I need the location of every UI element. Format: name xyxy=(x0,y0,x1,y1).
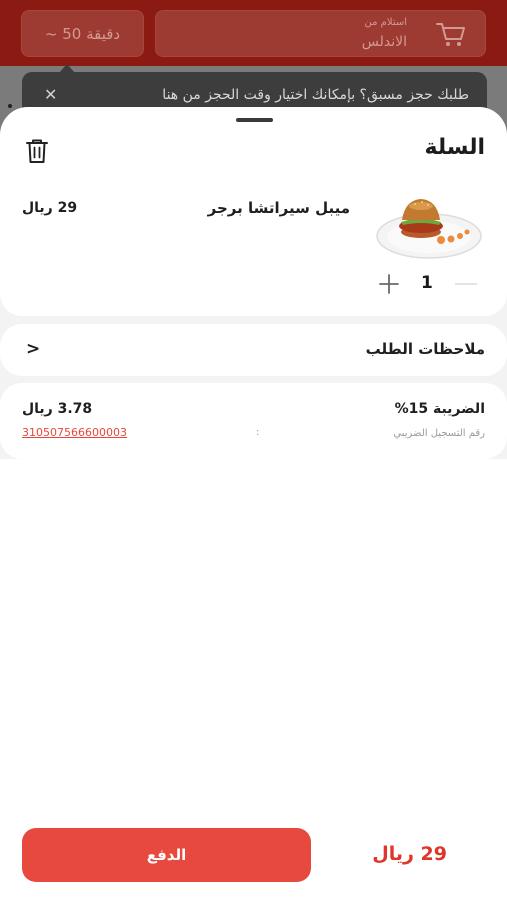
pickup-branch: الاندلس xyxy=(361,34,407,50)
tax-value: 3.78 ريال xyxy=(22,401,93,417)
edge-indicator xyxy=(8,104,12,108)
pay-button[interactable]: الدفع xyxy=(22,828,311,882)
vat-colon: : xyxy=(256,427,260,438)
cart-items-card: السلة ميبل سيراتشا برجر 29 ريال 1 xyxy=(0,107,507,316)
minus-icon[interactable] xyxy=(455,283,477,285)
pickup-caption: استلام من xyxy=(364,17,407,28)
cart-item-price: 29 ريال xyxy=(22,200,78,216)
vat-registration-label: رقم التسجيل الضريبي xyxy=(393,428,485,439)
order-notes-label: ملاحظات الطلب xyxy=(365,340,485,358)
order-notes-row[interactable]: ملاحظات الطلب > xyxy=(0,324,507,376)
tax-label: الضريبة 15% xyxy=(394,401,485,417)
chevron-left-icon: > xyxy=(26,339,41,359)
order-total: 29 ريال xyxy=(372,843,447,865)
pickup-selector[interactable]: استلام من الاندلس xyxy=(155,10,486,57)
cart-sheet: السلة ميبل سيراتشا برجر 29 ريال 1 ملاحظا… xyxy=(0,107,507,900)
burger-image xyxy=(376,199,482,259)
delivery-time-text: ~ 50 دقيقة xyxy=(44,24,121,43)
quantity-value: 1 xyxy=(421,273,433,293)
delivery-time-pill[interactable]: ~ 50 دقيقة xyxy=(21,10,144,57)
app-header: ~ 50 دقيقة استلام من الاندلس xyxy=(0,0,507,66)
vat-registration-number[interactable]: 310507566600003 xyxy=(22,426,127,439)
plus-icon[interactable] xyxy=(378,273,400,295)
pay-button-label: الدفع xyxy=(146,846,187,864)
close-icon[interactable]: ✕ xyxy=(44,85,57,104)
tax-card: الضريبة 15% 3.78 ريال رقم التسجيل الضريب… xyxy=(0,383,507,459)
tooltip-text: طلبك حجز مسبق؟ بإمكانك اختيار وقت الحجز … xyxy=(162,87,469,103)
cart-icon xyxy=(436,23,465,46)
trash-icon[interactable] xyxy=(25,138,49,164)
cart-item-name: ميبل سيراتشا برجر xyxy=(207,199,350,217)
cart-title: السلة xyxy=(424,135,485,160)
drag-handle[interactable] xyxy=(236,118,273,122)
